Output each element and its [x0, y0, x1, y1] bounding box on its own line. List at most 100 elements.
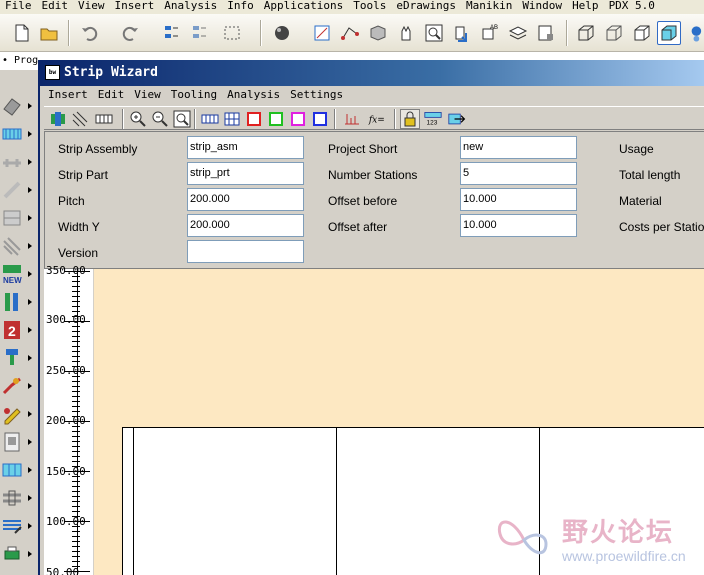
version-label: Version [58, 246, 99, 260]
version-field[interactable] [187, 240, 304, 263]
datum-display-icon[interactable] [685, 21, 704, 45]
station-insert-icon[interactable] [48, 109, 68, 129]
stage-two-icon[interactable]: 2 [0, 318, 24, 342]
menu-edit[interactable]: Edit [37, 0, 74, 14]
wiz-menu-insert[interactable]: Insert [44, 86, 94, 104]
layout-tool-icon[interactable] [0, 430, 24, 454]
dimension-icon[interactable] [342, 109, 362, 129]
layers-icon[interactable] [506, 21, 530, 45]
ruler-tick [72, 431, 80, 432]
strip-grid-icon[interactable] [222, 109, 242, 129]
feature-tool-3-icon[interactable] [0, 150, 24, 174]
edit-tool-icon[interactable] [0, 402, 24, 426]
formula-icon[interactable]: fx= [366, 109, 388, 129]
strip-assembly-field[interactable]: strip_asm [187, 136, 304, 159]
svg-text:AB: AB [490, 25, 498, 31]
shaded-icon[interactable] [657, 21, 681, 45]
project-short-field[interactable]: new [460, 136, 577, 159]
offset-before-field[interactable]: 10.000 [460, 188, 577, 211]
pan-hand-icon[interactable] [394, 21, 418, 45]
menu-window[interactable]: Window [517, 0, 567, 14]
offset-after-field[interactable]: 10.000 [460, 214, 577, 237]
pitch-label: Pitch [58, 194, 85, 208]
zoom-in-icon[interactable] [128, 109, 148, 129]
regenerate-icon[interactable] [160, 21, 184, 45]
width-y-field[interactable]: 200.000 [187, 214, 304, 237]
plate-tool-icon[interactable] [0, 514, 24, 538]
menu-info[interactable]: Info [222, 0, 259, 14]
menu-insert[interactable]: Insert [110, 0, 160, 14]
new-file-icon[interactable] [10, 21, 34, 45]
menu-edrawings[interactable]: eDrawings [391, 0, 461, 14]
selection-box-icon[interactable] [216, 21, 250, 45]
print-tool-icon[interactable] [0, 542, 24, 566]
wiz-menu-analysis[interactable]: Analysis [223, 86, 286, 104]
feature-tool-2-icon[interactable] [0, 122, 24, 146]
station-numbers-icon[interactable]: 123 [422, 109, 444, 129]
zoom-out-icon[interactable] [150, 109, 170, 129]
appearance-icon[interactable] [366, 21, 390, 45]
ruler-tick [72, 376, 80, 377]
strip-part-field[interactable]: strip_prt [187, 162, 304, 185]
offset-before-label: Offset before [328, 194, 398, 208]
wiz-menu-view[interactable]: View [130, 86, 167, 104]
die-set-icon[interactable] [0, 486, 24, 510]
datum-curve-icon[interactable] [338, 21, 362, 45]
insert-component-icon[interactable] [450, 21, 474, 45]
menu-view[interactable]: View [73, 0, 110, 14]
regen-manager-icon[interactable] [188, 21, 212, 45]
ruler-tick [64, 571, 90, 572]
ruler-tick [72, 301, 80, 302]
zoom-window-icon[interactable] [422, 21, 446, 45]
menu-manikin[interactable]: Manikin [461, 0, 517, 14]
bend-tool-icon[interactable] [0, 374, 24, 398]
ruler-tick [72, 361, 80, 362]
strip-layout-icon[interactable] [0, 458, 24, 482]
feature-tool-5-icon[interactable] [0, 206, 24, 230]
lock-icon[interactable] [400, 109, 420, 129]
ruler-tick [72, 396, 80, 397]
strip-view-icon[interactable] [92, 109, 116, 129]
redo-icon[interactable] [118, 21, 142, 45]
no-hidden-icon[interactable] [630, 21, 654, 45]
open-folder-icon[interactable] [37, 21, 61, 45]
station-tool-icon[interactable] [0, 290, 24, 314]
sketch-icon[interactable] [310, 21, 334, 45]
green-box-icon[interactable] [266, 109, 286, 129]
punch-tool-icon[interactable] [0, 346, 24, 370]
red-box-icon[interactable] [244, 109, 264, 129]
undo-icon[interactable] [78, 21, 102, 45]
pitch-field[interactable]: 200.000 [187, 188, 304, 211]
strip-assembly-label: Strip Assembly [58, 142, 138, 156]
hidden-line-icon[interactable] [602, 21, 626, 45]
menu-analysis[interactable]: Analysis [159, 0, 222, 14]
number-stations-field[interactable]: 5 [460, 162, 577, 185]
ab-annotation-icon[interactable]: AB [478, 21, 502, 45]
wireframe-icon[interactable] [574, 21, 598, 45]
feature-tool-6-icon[interactable] [0, 234, 24, 258]
ruler-tick [64, 471, 90, 472]
feature-tool-1-icon[interactable] [0, 94, 24, 118]
magenta-box-icon[interactable] [288, 109, 308, 129]
wiz-menu-tooling[interactable]: Tooling [167, 86, 223, 104]
shading-sphere-icon[interactable] [270, 21, 294, 45]
menu-applications[interactable]: Applications [259, 0, 348, 14]
feature-tool-4-icon[interactable] [0, 178, 24, 202]
menu-help[interactable]: Help [567, 0, 604, 14]
ruler-label: 300.00 [46, 313, 86, 326]
strip-direction-icon[interactable] [446, 109, 468, 129]
menu-tools[interactable]: Tools [348, 0, 391, 14]
prog-tab[interactable]: • Prog [0, 52, 38, 70]
wizard-title-bar[interactable]: bw Strip Wizard [40, 60, 704, 86]
menu-file[interactable]: File [0, 0, 37, 14]
strip-frame-icon[interactable] [200, 109, 220, 129]
wiz-menu-settings[interactable]: Settings [286, 86, 349, 104]
hatch-tool-icon[interactable] [70, 109, 90, 129]
new-strip-icon[interactable]: NEW [0, 262, 24, 286]
ruler-tick [64, 421, 90, 422]
wiz-menu-edit[interactable]: Edit [94, 86, 131, 104]
menu-pdx[interactable]: PDX 5.0 [604, 0, 660, 14]
blue-box-icon[interactable] [310, 109, 330, 129]
zoom-fit-icon[interactable] [172, 109, 192, 129]
model-tree-icon[interactable] [534, 21, 558, 45]
